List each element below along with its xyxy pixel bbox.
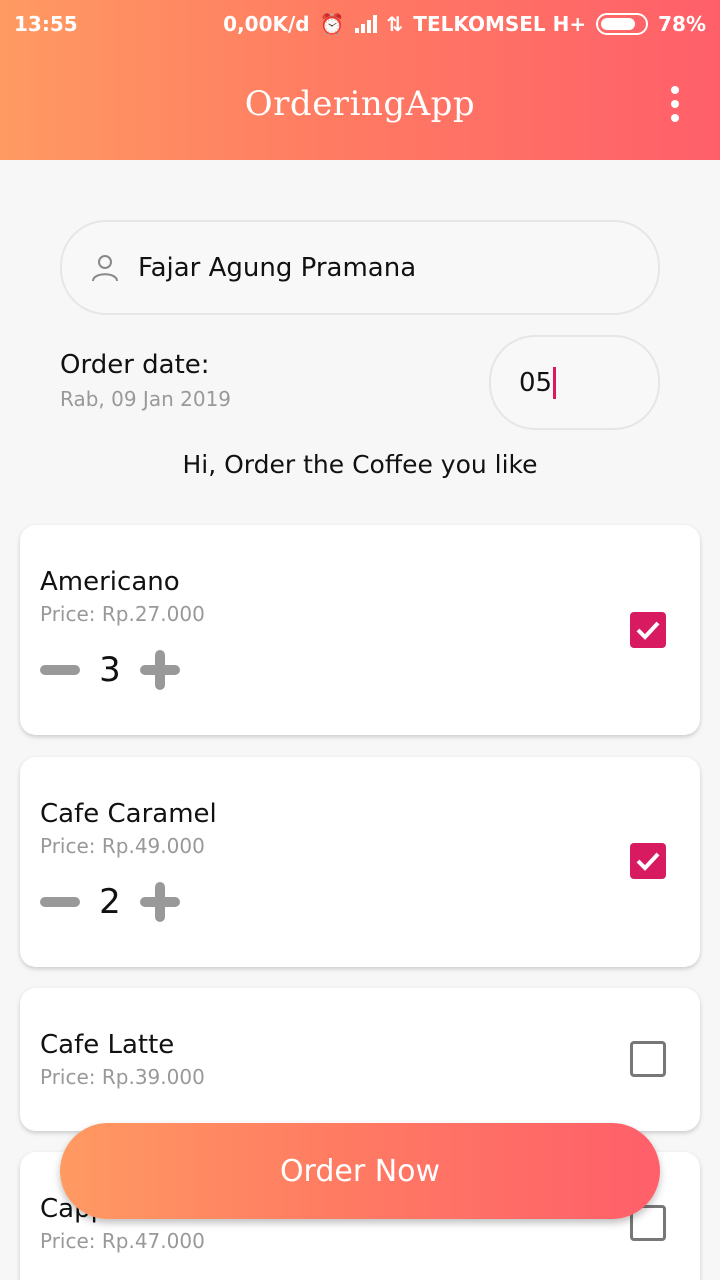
menu-card-americano: Americano Price: Rp.27.000 3 [20,525,700,735]
battery-level: 78% [658,12,706,36]
menu-item-price: Price: Rp.39.000 [40,1065,205,1089]
select-checkbox[interactable] [630,843,666,879]
quantity-stepper: 3 [40,650,180,690]
signal-icon [354,15,377,33]
menu-card-cafe-caramel: Cafe Caramel Price: Rp.49.000 2 [20,757,700,967]
increase-quantity-button[interactable] [140,882,180,922]
increase-quantity-button[interactable] [140,650,180,690]
network-speed: 0,00K/d [223,12,310,36]
select-checkbox[interactable] [630,1041,666,1077]
order-now-button[interactable]: Order Now [60,1123,660,1219]
check-icon [636,852,660,871]
customer-name-value: Fajar Agung Pramana [138,252,417,283]
person-icon [92,254,118,281]
carrier-name: TELKOMSEL H+ [413,12,587,36]
order-now-label: Order Now [279,1153,441,1189]
customer-name-field[interactable]: Fajar Agung Pramana [60,220,660,315]
menu-item-price: Price: Rp.49.000 [40,834,205,858]
select-checkbox[interactable] [630,612,666,648]
status-bar: 13:55 0,00K/d ⏰ ⇅ TELKOMSEL H+ 78% [0,0,720,48]
order-date-input[interactable]: 05 [489,335,660,430]
decrease-quantity-button[interactable] [40,665,80,675]
menu-item-name: Cafe Latte [40,1030,175,1060]
menu-card-cafe-latte: Cafe Latte Price: Rp.39.000 [20,988,700,1131]
quantity-value: 3 [99,650,121,690]
order-date-input-value: 05 [519,367,553,398]
menu-item-name: Cafe Caramel [40,799,217,829]
battery-icon [596,13,649,35]
check-icon [636,621,660,640]
status-indicators: 0,00K/d ⏰ ⇅ TELKOMSEL H+ 78% [223,12,706,36]
quantity-stepper: 2 [40,882,180,922]
data-transfer-icon: ⇅ [386,12,404,36]
decrease-quantity-button[interactable] [40,897,80,907]
status-time: 13:55 [14,12,78,36]
alarm-icon: ⏰ [319,12,345,36]
text-cursor [553,366,557,399]
quantity-value: 2 [99,882,121,922]
order-date-value: Rab, 09 Jan 2019 [60,387,232,411]
greeting-text: Hi, Order the Coffee you like [182,450,538,479]
overflow-menu-icon[interactable] [660,86,690,122]
order-date-label: Order date: [60,350,210,380]
app-bar: OrderingApp [0,48,720,160]
app-title: OrderingApp [244,84,476,124]
menu-item-price: Price: Rp.27.000 [40,602,205,626]
menu-item-price: Price: Rp.47.000 [40,1229,205,1253]
menu-item-name: Americano [40,567,180,597]
